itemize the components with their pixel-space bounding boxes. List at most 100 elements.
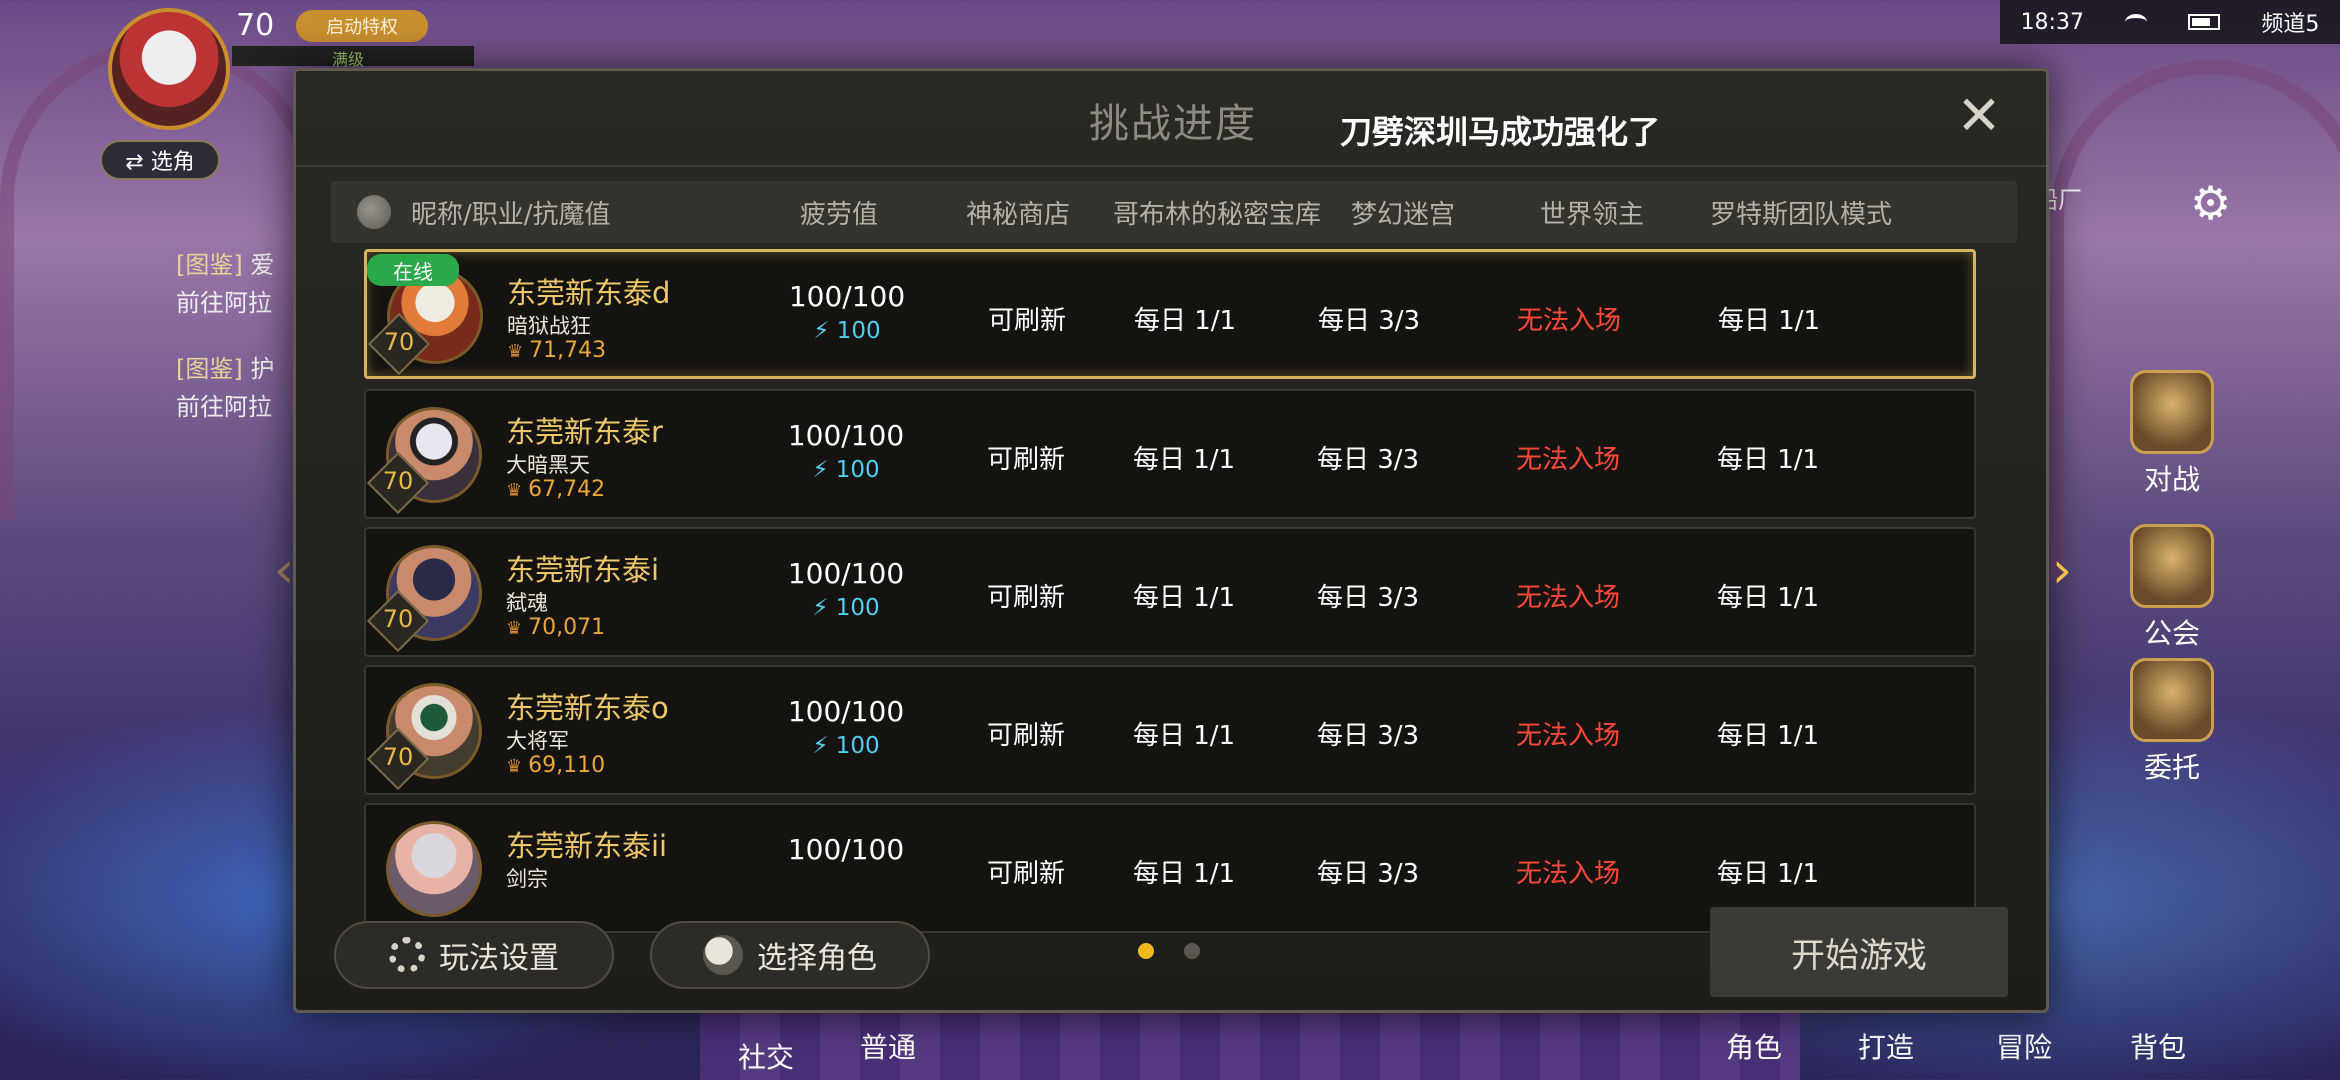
header-lord: 世界领主 <box>1539 199 1644 230</box>
start-game-button[interactable]: 开始游戏 <box>1710 907 2008 997</box>
vip-privilege-badge[interactable]: 启动特权 <box>296 10 428 42</box>
character-job: 暗狱战狂 <box>507 314 591 338</box>
player-avatar[interactable] <box>108 8 230 130</box>
max-level-label: 满级 <box>232 46 474 69</box>
nav-bag[interactable]: 背包 <box>2130 1026 2186 1066</box>
fatigue-bonus: ⚡ 100 <box>812 733 880 759</box>
header-shop: 神秘商店 <box>965 199 1070 230</box>
raid-status: 每日 1/1 <box>1716 583 1820 613</box>
goblin-status: 每日 1/1 <box>1132 859 1236 889</box>
character-name: 东莞新东泰o <box>506 691 669 725</box>
settings-gear-icon[interactable]: ⚙ <box>2190 176 2231 230</box>
goblin-status: 每日 1/1 <box>1132 445 1236 475</box>
page-dot-1[interactable] <box>1138 943 1154 959</box>
nav-forge[interactable]: 打造 <box>1858 1026 1914 1066</box>
online-badge: 在线 <box>367 254 459 286</box>
quest-tag: [图鉴] <box>176 355 243 383</box>
switch-character-button[interactable]: ⇄ 选角 <box>100 140 220 180</box>
quest-sub: 前往阿拉 <box>176 393 272 421</box>
nav-character[interactable]: 角色 <box>1726 1026 1782 1066</box>
quest-text: 护 <box>250 355 275 383</box>
select-character-label: 选择角色 <box>757 941 877 976</box>
lord-status: 无法入场 <box>1515 859 1620 889</box>
fatigue-bonus: ⚡ 100 <box>812 595 880 621</box>
header-raid: 罗特斯团队模式 <box>1709 199 1892 230</box>
lord-status: 无法入场 <box>1516 306 1621 336</box>
battery-icon <box>2188 14 2221 30</box>
lightning-icon: ⚡ <box>812 733 829 759</box>
quest-item-2[interactable]: [图鉴] 护 前往阿拉 <box>176 350 296 426</box>
maze-status: 每日 3/3 <box>1316 445 1420 475</box>
raid-status: 每日 1/1 <box>1716 721 1820 751</box>
character-select-icon <box>703 935 743 975</box>
guild-button[interactable]: 公会 <box>2112 524 2232 652</box>
commission-button[interactable]: 委托 <box>2112 658 2232 786</box>
pagination-dots <box>1138 943 1200 959</box>
gameplay-settings-label: 玩法设置 <box>439 941 559 976</box>
crown-icon: ♛ <box>506 756 523 777</box>
crown-icon: ♛ <box>506 618 523 639</box>
lord-status: 无法入场 <box>1515 445 1620 475</box>
character-row[interactable]: 70 东莞新东泰o 大将军 ♛ 69,110 100/100 ⚡ 100 可刷新 … <box>364 665 1976 795</box>
wifi-icon <box>2125 14 2148 30</box>
maze-status: 每日 3/3 <box>1316 859 1420 889</box>
lightning-icon: ⚡ <box>812 595 829 621</box>
guild-label: 公会 <box>2143 617 2200 650</box>
fatigue-value: 100/100 <box>787 695 905 728</box>
clock: 18:37 <box>2020 9 2084 35</box>
raid-status: 每日 1/1 <box>1716 445 1820 475</box>
fatigue-value: 100/100 <box>787 419 905 452</box>
character-name: 东莞新东泰d <box>507 276 671 310</box>
dialog-header: 挑战进度 刀劈深圳马成功强化了 ✕ <box>296 71 2046 167</box>
character-head-icon <box>357 195 391 229</box>
character-name: 东莞新东泰i <box>506 553 660 587</box>
next-page-chevron-icon[interactable]: › <box>2052 541 2072 599</box>
pvp-button[interactable]: 对战 <box>2112 370 2232 498</box>
character-row[interactable]: 70 在线 东莞新东泰d 暗狱战狂 ♛ 71,743 100/100 ⚡ 100 … <box>364 249 1976 379</box>
goblin-status: 每日 1/1 <box>1132 583 1236 613</box>
header-name: 昵称/职业/抗魔值 <box>411 199 611 230</box>
crossed-swords-icon <box>2130 370 2214 454</box>
header-maze: 梦幻迷宫 <box>1350 199 1455 230</box>
fatigue-bonus: ⚡ 100 <box>812 457 880 483</box>
fatigue-value: 100/100 <box>787 557 905 590</box>
quest-item-1[interactable]: [图鉴] 爱 前往阿拉 <box>176 246 296 322</box>
page-dot-2[interactable] <box>1184 943 1200 959</box>
prev-page-chevron-icon[interactable]: ‹ <box>274 541 294 599</box>
table-header: 昵称/职业/抗魔值 疲劳值 神秘商店 哥布林的秘密宝库 梦幻迷宫 世界领主 罗特… <box>331 181 2017 243</box>
channel-label: 频道5 <box>2261 12 2320 37</box>
anti-magic-value: ♛ 67,742 <box>506 477 606 502</box>
raid-status: 每日 1/1 <box>1717 306 1821 336</box>
nav-social[interactable]: 社交 <box>738 1036 794 1076</box>
header-fatigue: 疲劳值 <box>799 199 878 230</box>
fatigue-bonus: ⚡ 100 <box>813 318 881 344</box>
background-arch-right <box>2050 60 2340 580</box>
maze-status: 每日 3/3 <box>1316 721 1420 751</box>
select-character-button[interactable]: 选择角色 <box>650 921 930 989</box>
guild-shield-icon <box>2130 524 2214 608</box>
anti-magic-value: ♛ 69,110 <box>506 753 606 778</box>
character-level: 70 <box>382 743 414 771</box>
anti-magic-value: ♛ 71,743 <box>507 338 607 363</box>
lightning-icon: ⚡ <box>812 457 829 483</box>
gameplay-settings-button[interactable]: 玩法设置 <box>334 921 614 989</box>
fatigue-value: 100/100 <box>787 833 905 866</box>
lord-status: 无法入场 <box>1515 583 1620 613</box>
character-level: 70 <box>382 467 414 495</box>
close-icon[interactable]: ✕ <box>1954 89 2004 143</box>
system-notice: 刀劈深圳马成功强化了 <box>1340 113 1661 151</box>
character-row[interactable]: 70 东莞新东泰i 弑魂 ♛ 70,071 100/100 ⚡ 100 可刷新 每… <box>364 527 1976 657</box>
character-level: 70 <box>382 605 414 633</box>
lightning-icon: ⚡ <box>813 318 830 344</box>
nav-normal[interactable]: 普通 <box>860 1026 916 1066</box>
system-status-bar: 18:37 频道5 <box>2000 0 2340 44</box>
character-row[interactable]: 70 东莞新东泰r 大暗黑天 ♛ 67,742 100/100 ⚡ 100 可刷新… <box>364 389 1976 519</box>
pvp-label: 对战 <box>2143 463 2200 496</box>
notice-board-icon <box>2130 658 2214 742</box>
crown-icon: ♛ <box>507 341 524 362</box>
goblin-status: 每日 1/1 <box>1133 306 1237 336</box>
header-goblin: 哥布林的秘密宝库 <box>1112 199 1321 230</box>
dialog-title: 挑战进度 <box>1089 101 1257 147</box>
character-avatar <box>386 821 482 917</box>
nav-adventure[interactable]: 冒险 <box>1996 1026 2052 1066</box>
